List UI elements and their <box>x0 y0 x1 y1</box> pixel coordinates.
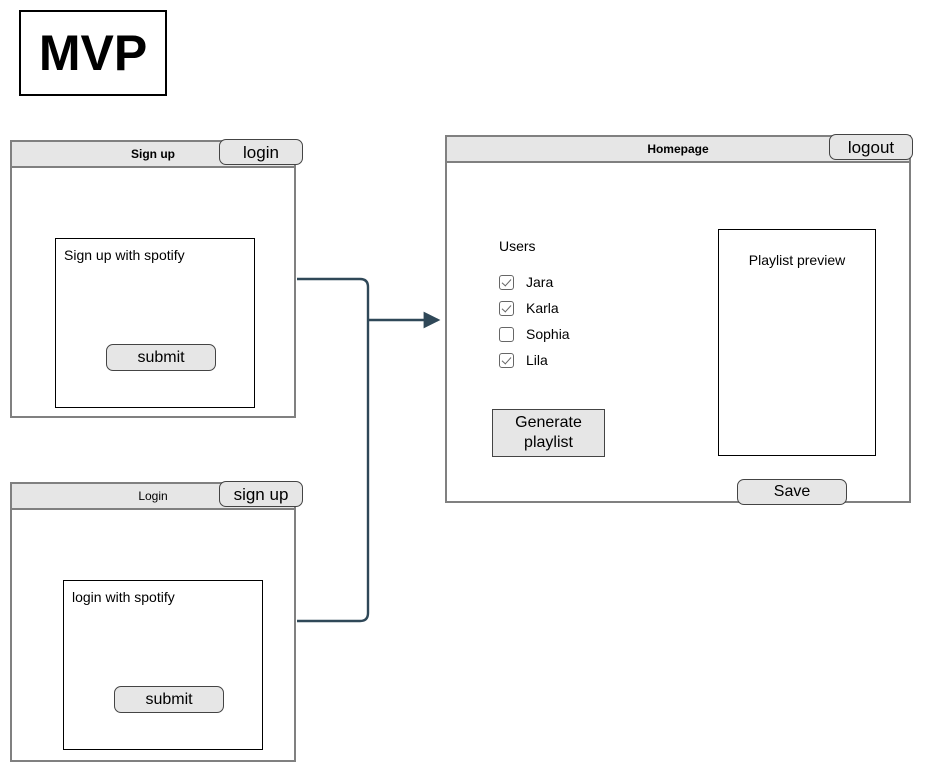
generate-playlist-button[interactable]: Generate playlist <box>492 409 605 457</box>
wireframe-canvas: MVP Sign up login Sign up with spotify s… <box>0 0 942 778</box>
checkbox-lila[interactable] <box>499 352 514 368</box>
signup-submit-button[interactable]: submit <box>106 344 216 371</box>
login-submit-button[interactable]: submit <box>114 686 224 713</box>
checkbox-karla[interactable] <box>499 300 514 316</box>
playlist-preview-label: Playlist preview <box>748 252 846 268</box>
connector-signup-login-trunk <box>297 277 370 623</box>
signup-window-title: Sign up <box>131 147 175 161</box>
signup-login-button[interactable]: login <box>219 139 303 165</box>
users-heading: Users <box>499 238 536 254</box>
homepage-window: Homepage logout Users Jara Karla Sophia … <box>445 134 913 505</box>
signup-panel-label: Sign up with spotify <box>64 247 185 263</box>
save-playlist-button[interactable]: Save <box>737 479 847 505</box>
mvp-logo-box: MVP <box>19 10 167 96</box>
login-panel-label: login with spotify <box>72 589 175 605</box>
login-window-body: login with spotify submit <box>12 510 294 760</box>
user-name-karla: Karla <box>526 300 559 316</box>
login-window-title: Login <box>138 489 168 503</box>
user-name-lila: Lila <box>526 352 548 368</box>
playlist-preview-panel: Playlist preview <box>718 229 876 456</box>
user-row-jara[interactable]: Jara <box>499 273 553 291</box>
checkbox-sophia[interactable] <box>499 326 514 342</box>
homepage-window-title: Homepage <box>647 142 709 156</box>
login-panel: login with spotify submit <box>63 580 263 750</box>
user-row-sophia[interactable]: Sophia <box>499 325 570 343</box>
homepage-logout-button[interactable]: logout <box>829 134 913 160</box>
login-signup-button[interactable]: sign up <box>219 481 303 507</box>
signup-panel: Sign up with spotify submit <box>55 238 255 408</box>
user-name-jara: Jara <box>526 274 554 290</box>
signup-window: Sign up login Sign up with spotify submi… <box>10 139 303 418</box>
user-name-sophia: Sophia <box>526 326 570 342</box>
checkbox-jara[interactable] <box>499 274 514 290</box>
homepage-window-body: Users Jara Karla Sophia Lila Generate pl… <box>447 163 909 505</box>
signup-window-body: Sign up with spotify submit <box>12 168 294 416</box>
user-row-karla[interactable]: Karla <box>499 299 559 317</box>
mvp-logo-text: MVP <box>38 25 148 81</box>
login-window: Login sign up login with spotify submit <box>10 481 303 762</box>
user-row-lila[interactable]: Lila <box>499 351 548 369</box>
